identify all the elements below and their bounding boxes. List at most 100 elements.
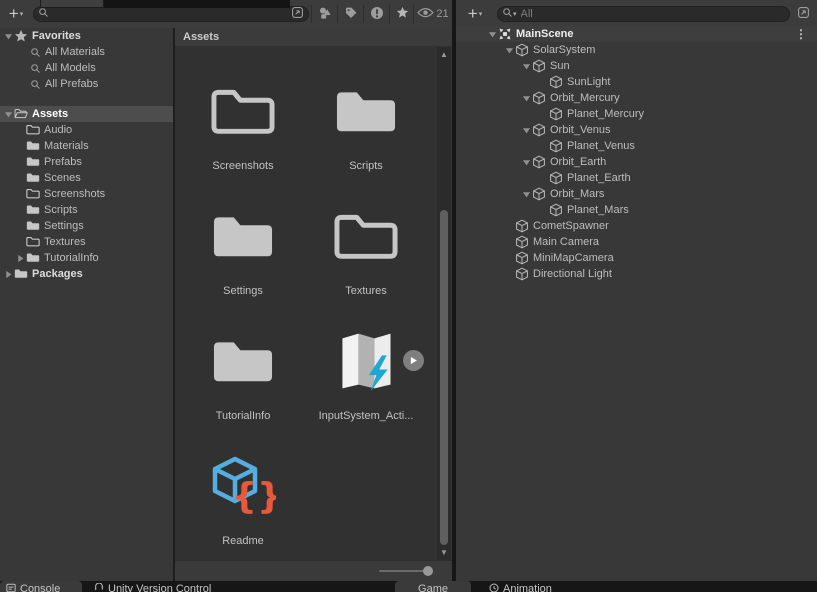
hierarchy-item-orbit_venus[interactable]: Orbit_Venus [456,122,817,138]
tree-item-label: Audio [44,124,73,136]
chevron-down-icon: ▾ [19,11,24,18]
hierarchy-item-cometspawner[interactable]: CometSpawner [456,218,817,234]
hierarchy-item-mainscene[interactable]: MainScene ⋮ [456,26,817,42]
hierarchy-item-orbit_mars[interactable]: Orbit_Mars [456,186,817,202]
asset-tile-readme[interactable]: {} Readme [188,451,298,551]
asset-tile-label: InputSystem_Acti... [318,410,414,422]
hierarchy-item-label: Orbit_Mars [550,188,605,200]
foldout-open-icon[interactable] [520,190,532,199]
tab-game[interactable]: Game [395,581,471,592]
tree-item-settings[interactable]: Settings [0,218,173,234]
open-window-icon [797,6,810,22]
hierarchy-item-minimapcamera[interactable]: MiniMapCamera [456,250,817,266]
tree-item-label: Materials [44,140,89,152]
tree-item-materials[interactable]: Materials [0,138,173,154]
tree-item-label: All Prefabs [45,78,99,90]
tree-item-all-prefabs[interactable]: All Prefabs [0,76,173,92]
version-control-icon [94,583,104,592]
create-object-button[interactable]: + ▾ [460,3,490,25]
tree-item-scenes[interactable]: Scenes [0,170,173,186]
tree-item-label: Packages [32,268,83,280]
hierarchy-item-directional-light[interactable]: Directional Light [456,266,817,282]
asset-tile-label: Textures [345,285,387,297]
hidden-count-button[interactable]: 21 [416,3,450,25]
open-window-icon[interactable] [291,6,304,22]
asset-tile-textures[interactable]: Textures [311,201,421,301]
asset-tile-screenshots[interactable]: Screenshots [188,76,298,176]
top-window-seam [104,0,290,8]
hierarchy-item-label: Orbit_Mercury [550,92,620,104]
search-icon [30,47,41,58]
search-by-type-button[interactable] [313,3,337,25]
asset-tile-scripts[interactable]: Scripts [311,76,421,176]
tab-animation[interactable]: Animation [483,581,603,592]
asset-tile-tutorialinfo[interactable]: TutorialInfo [188,326,298,426]
tree-item-label: Favorites [32,30,81,42]
zoom-slider-handle[interactable] [423,566,433,576]
foldout-open-icon[interactable] [520,126,532,135]
tab-unity-version-control[interactable]: Unity Version Control [88,581,248,592]
hierarchy-item-orbit_earth[interactable]: Orbit_Earth [456,154,817,170]
hierarchy-item-main-camera[interactable]: Main Camera [456,234,817,250]
scroll-down-icon[interactable]: ▼ [437,548,451,558]
tree-item-audio[interactable]: Audio [0,122,173,138]
folder-outline-icon [311,203,421,269]
foldout-open-icon[interactable] [520,158,532,167]
tree-item-assets[interactable]: Assets [0,106,173,122]
tree-item-all-materials[interactable]: All Materials [0,44,173,60]
tab-label: Game [418,583,448,592]
alert-icon [370,6,384,23]
tree-item-tutorialinfo[interactable]: TutorialInfo [0,250,173,266]
unity-editor: + ▾ 21 Favorites All Materials All Model… [0,0,817,592]
grid-scrollbar[interactable]: ▲ ▼ [437,47,451,560]
project-search-input[interactable] [49,7,291,21]
tree-item-all-models[interactable]: All Models [0,60,173,76]
tab-console[interactable]: Console [0,581,82,592]
search-by-label-button[interactable] [339,3,363,25]
folder-outline-icon [188,78,298,144]
hierarchy-item-sunlight[interactable]: SunLight [456,74,817,90]
foldout-open-icon[interactable] [520,94,532,103]
scroll-up-icon[interactable]: ▲ [437,50,451,60]
hierarchy-item-planet_mars[interactable]: Planet_Mars [456,202,817,218]
hierarchy-search-field[interactable]: ▾ [497,6,790,22]
hierarchy-item-planet_mercury[interactable]: Planet_Mercury [456,106,817,122]
hierarchy-item-orbit_mercury[interactable]: Orbit_Mercury [456,90,817,106]
foldout-closed-icon[interactable] [14,254,26,263]
favorite-button[interactable] [391,3,413,25]
hierarchy-item-planet_venus[interactable]: Planet_Venus [456,138,817,154]
hierarchy-search-input[interactable] [518,7,785,21]
hierarchy-item-solarsystem[interactable]: SolarSystem [456,42,817,58]
foldout-open-icon[interactable] [520,62,532,71]
tree-item-textures[interactable]: Textures [0,234,173,250]
project-search-field[interactable] [33,6,309,22]
alert-button[interactable] [365,3,389,25]
kebab-menu-icon[interactable]: ⋮ [795,27,807,41]
asset-tile-label: Settings [223,285,263,297]
hierarchy-item-planet_earth[interactable]: Planet_Earth [456,170,817,186]
asset-tile-settings[interactable]: Settings [188,201,298,301]
foldout-closed-icon[interactable] [2,270,14,279]
open-window-button[interactable] [793,3,813,25]
add-asset-button[interactable]: + ▾ [3,3,29,25]
tree-item-prefabs[interactable]: Prefabs [0,154,173,170]
foldout-open-icon[interactable] [486,30,498,39]
tree-item-favorites[interactable]: Favorites [0,28,173,44]
breadcrumb[interactable]: Assets [183,31,219,43]
tree-item-packages[interactable]: Packages [0,266,173,282]
hierarchy-item-sun[interactable]: Sun [456,58,817,74]
hierarchy-item-label: MainScene [516,28,574,40]
foldout-open-icon[interactable] [2,110,14,119]
foldout-open-icon[interactable] [503,46,515,55]
eye-count: 21 [436,8,449,20]
grid-bottom-bar [175,560,452,581]
tree-item-scripts[interactable]: Scripts [0,202,173,218]
hierarchy-item-label: Planet_Mercury [567,108,645,120]
cube-icon [515,235,529,249]
asset-tile-inputsystem-acti-[interactable]: InputSystem_Acti... [311,326,424,426]
tree-item-label: All Models [45,62,96,74]
foldout-open-icon[interactable] [2,32,14,41]
play-badge-icon[interactable] [403,350,424,371]
tree-item-screenshots[interactable]: Screenshots [0,186,173,202]
scrollbar-thumb[interactable] [440,210,448,545]
